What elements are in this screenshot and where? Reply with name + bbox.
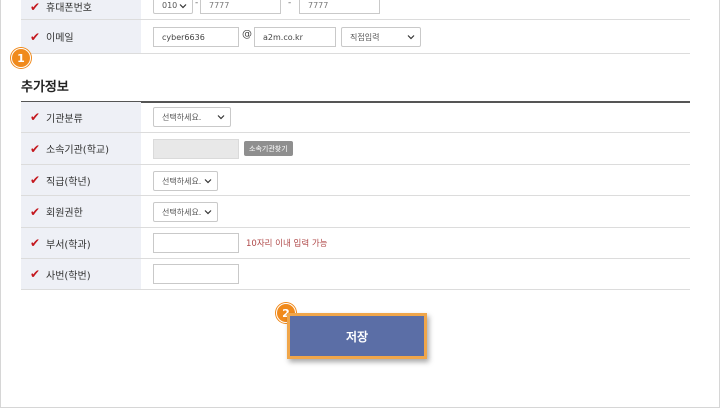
phone-last-input[interactable]: 7777 [299,0,380,14]
employee-no-row: ✔ 사번(학번) [21,259,690,290]
employee-no-label: 사번(학번) [46,270,91,282]
email-domain-select[interactable]: 직접입력 [341,27,421,47]
chevron-down-icon [204,179,212,184]
department-row: ✔ 부서(학과) 10자리 이내 입력 가능 [21,228,690,259]
check-icon: ✔ [30,141,41,156]
phone-label-cell: ✔ 휴대폰번호 [21,0,141,19]
institution-type-row: ✔ 기관분류 선택하세요. [21,102,690,133]
role-value-cell: 선택하세요. [141,196,690,227]
department-input[interactable] [153,233,239,253]
department-hint: 10자리 이내 입력 가능 [246,239,328,249]
institution-type-label-cell: ✔ 기관분류 [21,102,141,132]
institution-label: 소속기관(학교) [46,145,110,156]
role-label-cell: ✔ 회원권한 [21,196,141,227]
institution-label-cell: ✔ 소속기관(학교) [21,133,141,164]
rank-value-cell: 선택하세요. [141,165,690,195]
role-select[interactable]: 선택하세요. [153,202,218,222]
phone-sep-2: - [288,0,292,8]
email-local-value: cyber6636 [162,32,205,42]
save-button[interactable]: 저장 [287,313,427,359]
role-select-value: 선택하세요. [162,207,202,217]
phone-row: ✔ 휴대폰번호 010 - 7777 - 7777 [21,0,690,20]
institution-row: ✔ 소속기관(학교) 소속기관찾기 [21,133,690,165]
email-label-cell: ✔ 이메일 [21,20,141,53]
phone-last-value: 7777 [308,0,329,10]
annotation-badge-1: 1 [11,48,31,68]
employee-no-input[interactable] [153,264,239,284]
department-label: 부서(학과) [46,239,91,251]
rank-select-value: 선택하세요. [162,176,202,186]
email-domain-value: a2m.co.kr [263,32,303,42]
employee-no-label-cell: ✔ 사번(학번) [21,259,141,289]
role-row: ✔ 회원권한 선택하세요. [21,196,690,228]
phone-label: 휴대폰번호 [46,3,92,14]
check-icon: ✔ [30,110,41,124]
email-row: ✔ 이메일 cyber6636 @ a2m.co.kr 직접입력 [21,20,690,54]
check-icon: ✔ [30,29,41,44]
institution-type-select-value: 선택하세요. [162,112,202,122]
institution-type-select[interactable]: 선택하세요. [153,107,231,127]
email-value-cell: cyber6636 @ a2m.co.kr 직접입력 [141,20,690,53]
phone-prefix-value: 010 [162,0,178,10]
institution-type-label: 기관분류 [46,113,83,125]
phone-prefix-select[interactable]: 010 [153,0,193,14]
check-icon: ✔ [30,173,41,187]
phone-middle-input[interactable]: 7777 [200,0,281,14]
institution-input [153,139,239,159]
check-icon: ✔ [30,0,41,14]
chevron-down-icon [204,210,212,215]
email-domain-input[interactable]: a2m.co.kr [254,27,336,47]
rank-label: 직급(학년) [46,176,91,188]
phone-value-cell: 010 - 7777 - 7777 [141,0,690,19]
phone-sep-1: - [195,0,199,8]
check-icon: ✔ [30,267,41,281]
chevron-down-icon [407,35,415,40]
section-title-extra-info: 추가정보 [21,80,69,95]
role-label: 회원권한 [46,208,83,219]
department-value-cell: 10자리 이내 입력 가능 [141,228,690,258]
check-icon: ✔ [30,236,41,250]
email-local-input[interactable]: cyber6636 [153,27,239,47]
phone-middle-value: 7777 [209,0,230,10]
institution-value-cell: 소속기관찾기 [141,133,690,164]
chevron-down-icon [217,115,225,120]
chevron-down-icon [179,4,187,9]
institution-type-value-cell: 선택하세요. [141,102,690,132]
check-icon: ✔ [30,204,41,219]
rank-label-cell: ✔ 직급(학년) [21,165,141,195]
rank-row: ✔ 직급(학년) 선택하세요. [21,165,690,196]
department-label-cell: ✔ 부서(학과) [21,228,141,258]
email-at-sign: @ [242,29,252,40]
email-domain-select-value: 직접입력 [350,32,380,42]
rank-select[interactable]: 선택하세요. [153,171,218,191]
employee-no-value-cell [141,259,690,289]
find-institution-button[interactable]: 소속기관찾기 [244,141,293,156]
email-label: 이메일 [46,33,74,44]
